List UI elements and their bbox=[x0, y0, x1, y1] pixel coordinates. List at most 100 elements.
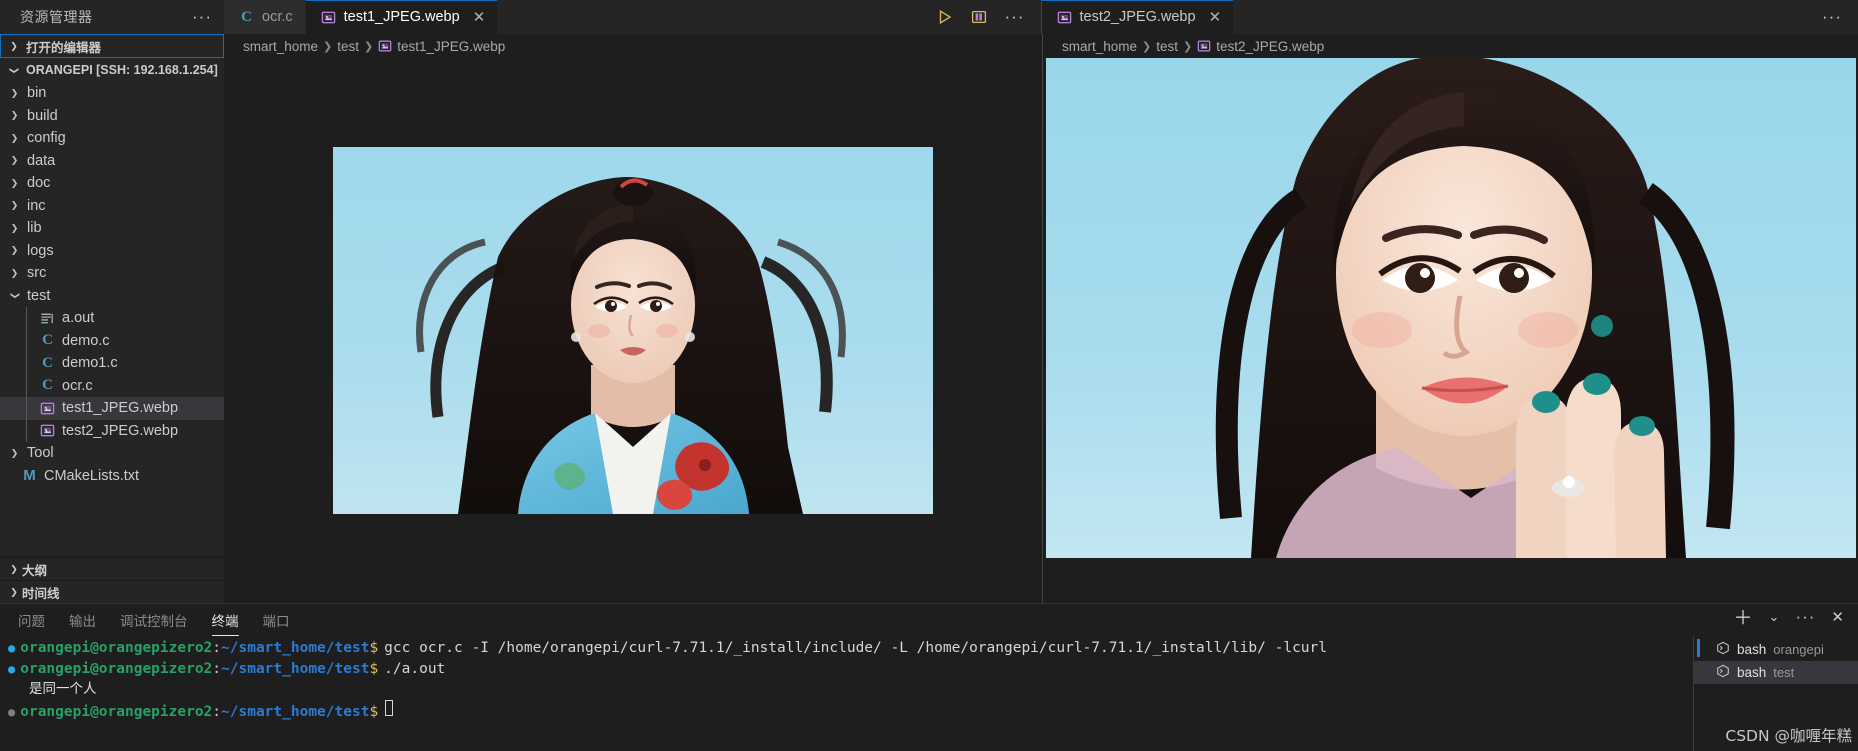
terminal-command-text: ./a.out bbox=[384, 660, 446, 677]
close-icon[interactable]: ✕ bbox=[473, 8, 486, 26]
tab-test1-jpeg-webp[interactable]: test1_JPEG.webp ✕ bbox=[305, 0, 499, 34]
breadcrumb-item[interactable]: test1_JPEG.webp bbox=[378, 39, 505, 54]
tree-item-data[interactable]: ❯ data bbox=[0, 150, 224, 173]
tree-item-lib[interactable]: ❯ lib bbox=[0, 217, 224, 240]
timeline-section[interactable]: 时间线 bbox=[0, 580, 224, 603]
chevron-right-icon: ❯ bbox=[10, 87, 19, 98]
panel-tab-list: 问题 输出 调试控制台 终端 端口 bbox=[18, 610, 290, 636]
editor-toolbar-right: ··· bbox=[1806, 0, 1858, 34]
image-file-icon bbox=[1197, 39, 1211, 54]
terminal-colon: : bbox=[212, 703, 222, 720]
terminal-path: ~/smart_home/test bbox=[221, 660, 370, 677]
breadcrumb-item[interactable]: smart_home bbox=[1062, 39, 1137, 54]
chevron-right-icon: ❯ bbox=[10, 267, 19, 278]
terminal-path: ~/smart_home/test bbox=[221, 703, 370, 720]
terminal-cursor bbox=[385, 699, 394, 716]
editor-more-icon[interactable]: ··· bbox=[1822, 8, 1842, 25]
terminal-list-name: bash bbox=[1737, 665, 1767, 680]
terminal-colon: : bbox=[212, 660, 222, 677]
tab-ocr-c[interactable]: C ocr.c bbox=[224, 0, 306, 34]
tree-item-inc[interactable]: ❯ inc bbox=[0, 195, 224, 218]
tree-item-tool[interactable]: ❯ Tool bbox=[0, 442, 224, 465]
panel-actions: ＋ ⌄ ··· ✕ bbox=[1734, 603, 1858, 636]
tree-item-src[interactable]: ❯ src bbox=[0, 262, 224, 285]
tree-item-demo-c[interactable]: Cdemo.c bbox=[0, 330, 224, 353]
tree-item-doc[interactable]: ❯ doc bbox=[0, 172, 224, 195]
chevron-right-icon: ❯ bbox=[10, 177, 19, 188]
tree-item-demo1-c[interactable]: Cdemo1.c bbox=[0, 352, 224, 375]
panel-header: 问题 输出 调试控制台 终端 端口 ＋ ⌄ ··· ✕ bbox=[0, 604, 1858, 636]
tree-item-label: a.out bbox=[62, 310, 95, 327]
tree-item-label: test2_JPEG.webp bbox=[62, 422, 179, 439]
terminal-command-line: ● orangepi@orangepizero2: ~/smart_home/tes… bbox=[8, 638, 1693, 659]
run-icon[interactable] bbox=[937, 9, 953, 25]
tree-item-label: data bbox=[27, 152, 56, 169]
tree-item-label: doc bbox=[27, 175, 51, 192]
new-terminal-icon[interactable]: ＋ bbox=[1734, 603, 1753, 630]
terminal-icon bbox=[1716, 664, 1730, 681]
tree-item-config[interactable]: ❯ config bbox=[0, 127, 224, 150]
tab-label: test1_JPEG.webp bbox=[343, 9, 460, 25]
tree-item-build[interactable]: ❯ build bbox=[0, 105, 224, 128]
image-file-icon bbox=[1056, 9, 1073, 26]
outline-section[interactable]: 大纲 bbox=[0, 557, 224, 580]
panel-tab-问题[interactable]: 问题 bbox=[18, 610, 45, 636]
sidebar-header: 资源管理器 ··· bbox=[0, 0, 224, 34]
image-test2 bbox=[1045, 58, 1856, 558]
image-preview-right bbox=[1043, 58, 1858, 603]
breadcrumb-item[interactable]: test bbox=[1156, 39, 1178, 54]
tree-item-logs[interactable]: ❯ logs bbox=[0, 240, 224, 263]
editor-more-icon[interactable]: ··· bbox=[1005, 8, 1025, 25]
tree-item-cmakelists-txt[interactable]: M CMakeLists.txt bbox=[0, 465, 224, 488]
main-area: 打开的编辑器 ORANGEPI [SSH: 192.168.1.254] ❯ bi… bbox=[0, 34, 1858, 603]
breadcrumb-item[interactable]: smart_home bbox=[243, 39, 318, 54]
sidebar-more-icon[interactable]: ··· bbox=[192, 8, 212, 25]
breadcrumb-file-label: test2_JPEG.webp bbox=[1216, 38, 1325, 54]
split-editor-icon[interactable] bbox=[971, 9, 987, 25]
open-editors-label: 打开的编辑器 bbox=[26, 40, 102, 55]
chevron-down-icon[interactable]: ⌄ bbox=[1769, 609, 1780, 625]
tree-item-a-out[interactable]: a.out bbox=[0, 307, 224, 330]
close-icon[interactable]: ✕ bbox=[1209, 8, 1222, 26]
chevron-right-icon: ❯ bbox=[1183, 40, 1193, 53]
panel-tab-输出[interactable]: 输出 bbox=[69, 610, 96, 636]
chevron-right-icon: ❯ bbox=[10, 155, 19, 166]
image-file-icon bbox=[320, 9, 337, 26]
terminal-list-item[interactable]: bash orangepi bbox=[1694, 638, 1858, 661]
panel-tab-终端[interactable]: 终端 bbox=[211, 610, 239, 636]
workspace-root-section[interactable]: ORANGEPI [SSH: 192.168.1.254] bbox=[0, 58, 224, 82]
terminal-output[interactable]: ● orangepi@orangepizero2: ~/smart_home/tes… bbox=[0, 636, 1693, 751]
explorer-sidebar: 打开的编辑器 ORANGEPI [SSH: 192.168.1.254] ❯ bi… bbox=[0, 34, 224, 603]
breadcrumb-item[interactable]: test2_JPEG.webp bbox=[1197, 39, 1324, 54]
editor-group-right-tabbar: test2_JPEG.webp ✕ ··· bbox=[1041, 0, 1858, 34]
tree-item-test[interactable]: ❯ test bbox=[0, 285, 224, 308]
open-editors-section[interactable]: 打开的编辑器 bbox=[0, 34, 224, 58]
image-file-icon bbox=[39, 400, 56, 417]
breadcrumb-item[interactable]: test bbox=[337, 39, 359, 54]
terminal-output-line: 是同一个人 bbox=[29, 681, 97, 696]
prompt-status-dot: ● bbox=[8, 661, 16, 676]
panel-more-icon[interactable]: ··· bbox=[1795, 608, 1815, 625]
tree-item-bin[interactable]: ❯ bin bbox=[0, 82, 224, 105]
panel-tab-调试控制台[interactable]: 调试控制台 bbox=[120, 610, 188, 636]
sidebar-title: 资源管理器 bbox=[20, 9, 93, 25]
terminal-command-text: gcc ocr.c -I /home/orangepi/curl-7.71.1/… bbox=[384, 640, 1327, 656]
workspace-root-label: ORANGEPI [SSH: 192.168.1.254] bbox=[26, 63, 218, 77]
terminal-list-item[interactable]: bash test bbox=[1694, 661, 1858, 684]
chevron-right-icon: ❯ bbox=[10, 200, 19, 211]
timeline-label: 时间线 bbox=[22, 586, 60, 601]
close-panel-icon[interactable]: ✕ bbox=[1831, 608, 1844, 626]
tree-item-test1-jpeg-webp[interactable]: test1_JPEG.webp bbox=[0, 397, 224, 420]
c-file-icon: C bbox=[241, 8, 252, 25]
panel-tab-端口[interactable]: 端口 bbox=[263, 610, 290, 636]
terminal-user: orangepi@orangepizero2 bbox=[20, 660, 213, 677]
panel-body: ● orangepi@orangepizero2: ~/smart_home/tes… bbox=[0, 636, 1858, 751]
tree-item-label: src bbox=[27, 265, 47, 282]
terminal-list-detail: orangepi bbox=[1773, 642, 1824, 657]
tree-item-test2-jpeg-webp[interactable]: test2_JPEG.webp bbox=[0, 420, 224, 443]
tree-item-ocr-c[interactable]: Cocr.c bbox=[0, 375, 224, 398]
bottom-panel: 问题 输出 调试控制台 终端 端口 ＋ ⌄ ··· ✕ ● orangepi@orange… bbox=[0, 603, 1858, 751]
tab-test2-jpeg-webp[interactable]: test2_JPEG.webp ✕ bbox=[1041, 0, 1235, 34]
c-file-icon: C bbox=[42, 377, 53, 394]
chevron-right-icon: ❯ bbox=[1142, 40, 1152, 53]
